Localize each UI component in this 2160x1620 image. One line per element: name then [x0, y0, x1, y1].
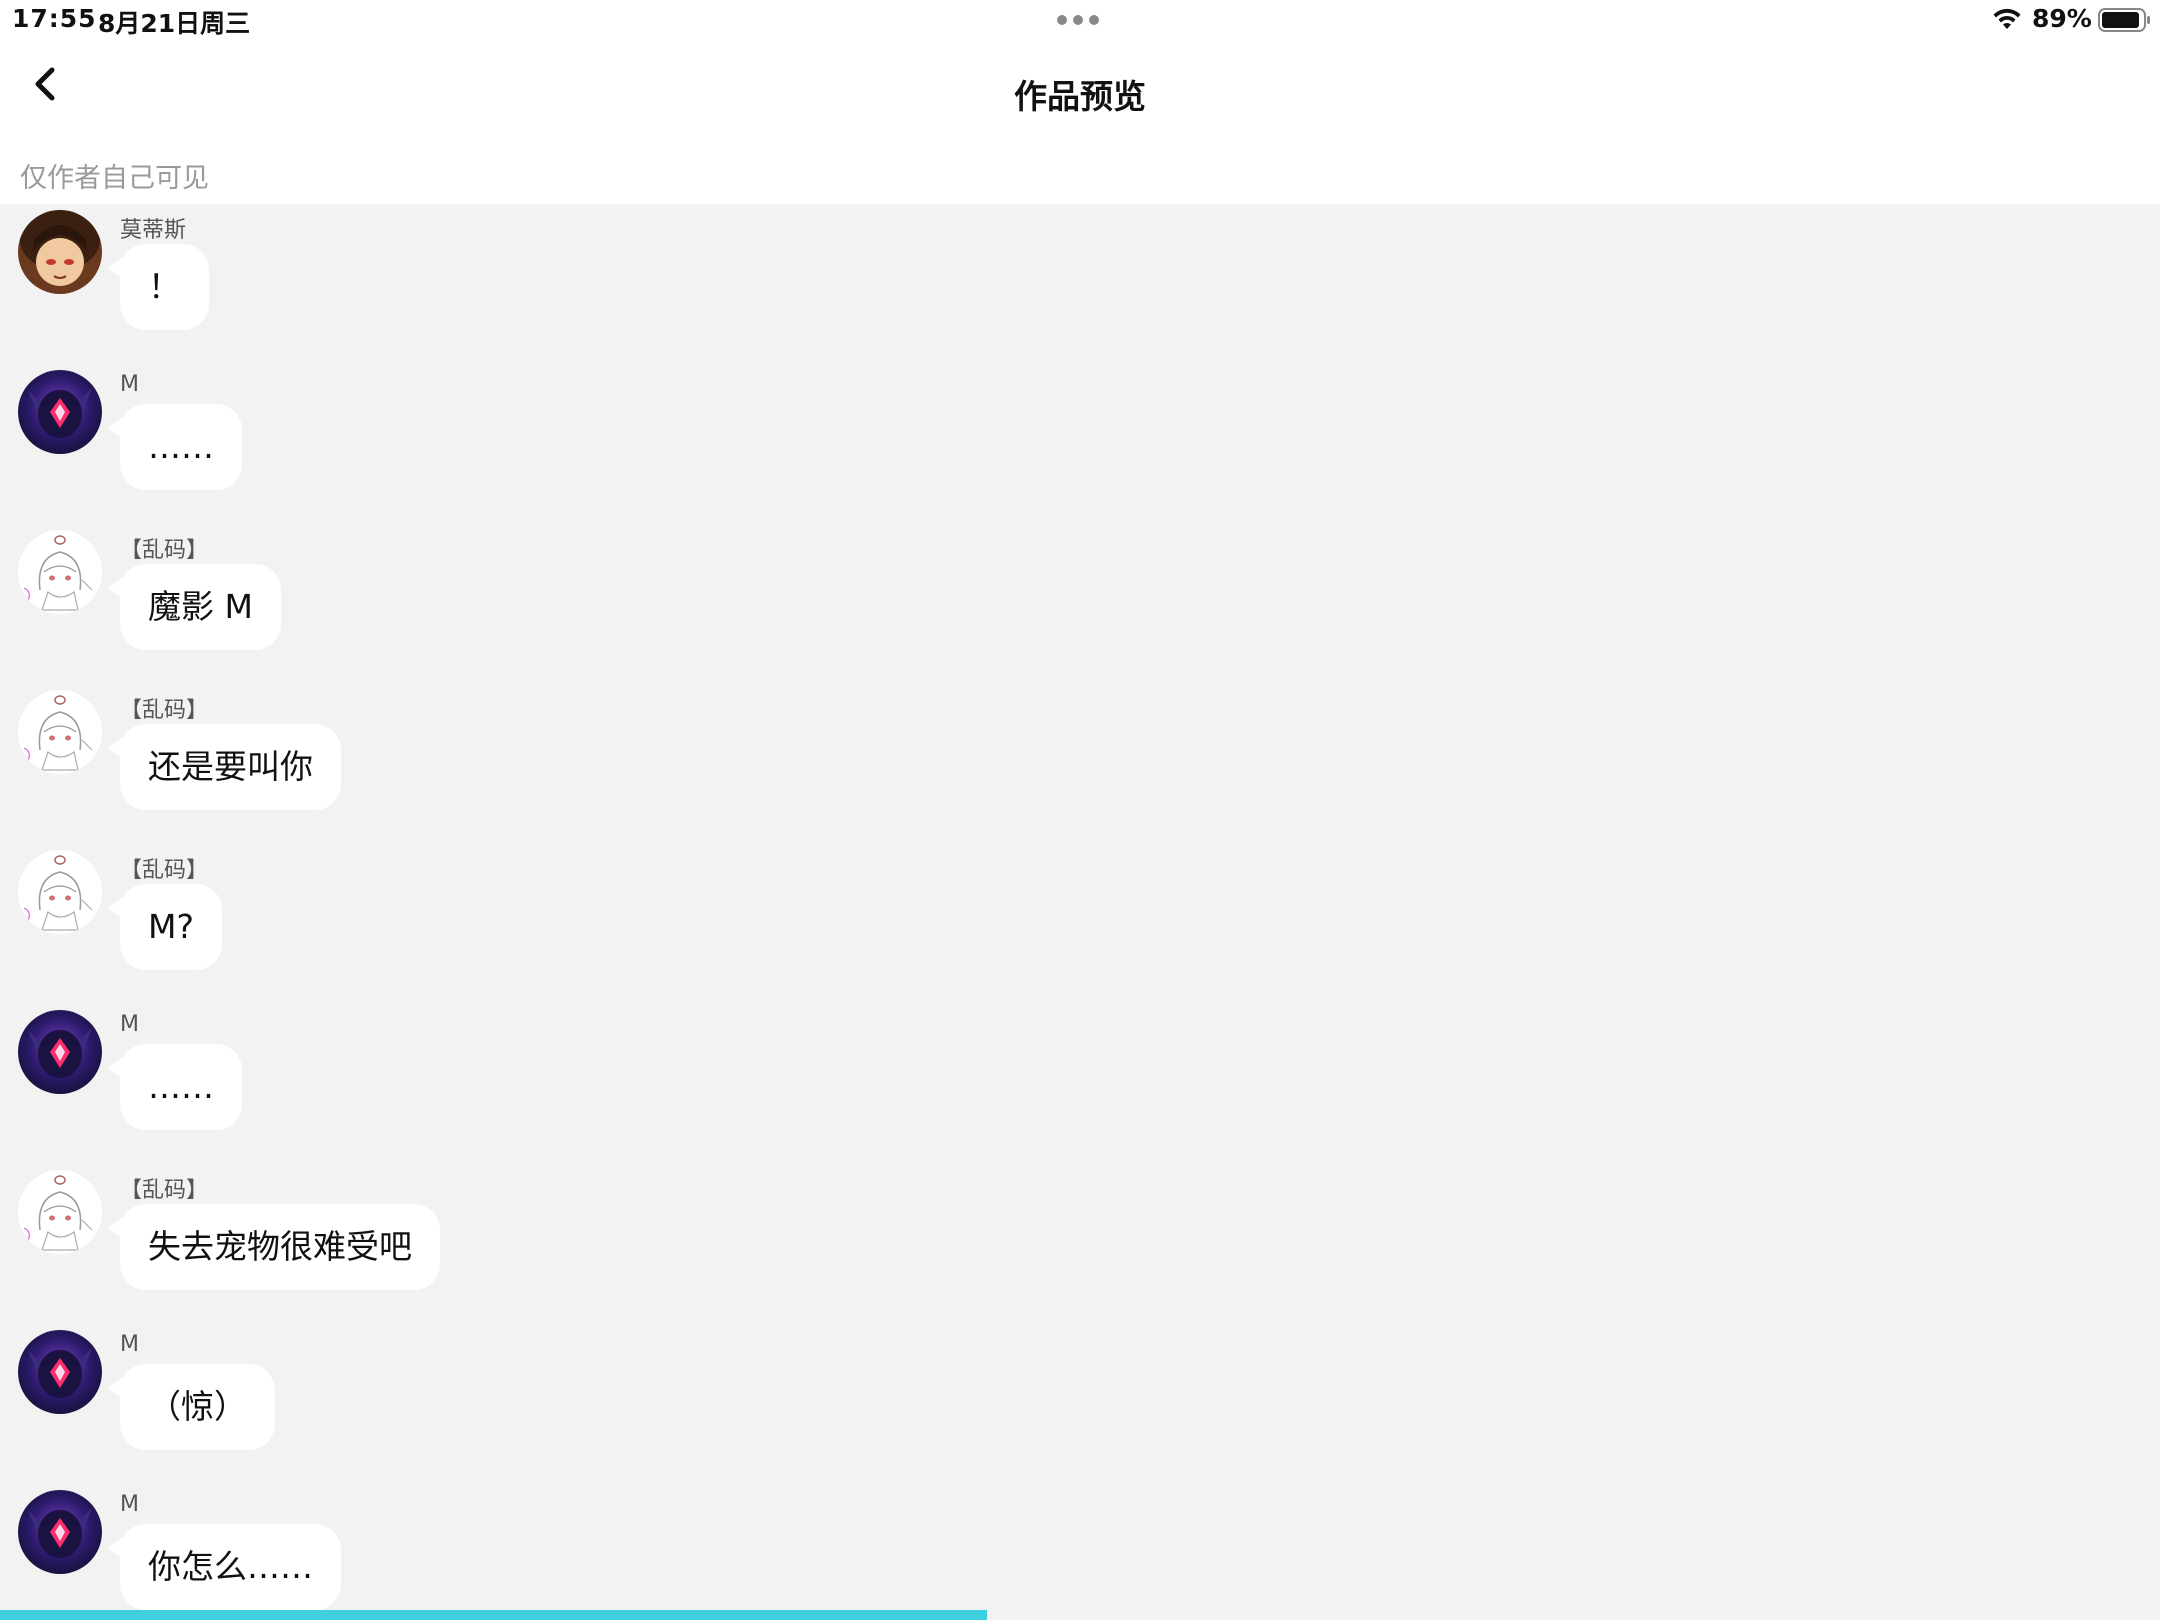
- chat-message: 莫蒂斯！: [0, 204, 2160, 354]
- status-bar: 17:55 8月21日周三 89%: [0, 0, 2160, 40]
- multitasking-dots-icon[interactable]: [1057, 15, 1099, 25]
- m-avatar-image: [18, 1330, 102, 1414]
- m-avatar-image: [18, 1490, 102, 1574]
- message-bubble[interactable]: ……: [120, 404, 242, 490]
- sender-name: M: [120, 372, 139, 397]
- avatar[interactable]: [18, 1010, 102, 1094]
- sender-name: 莫蒂斯: [120, 218, 187, 243]
- sender-name: M: [120, 1492, 139, 1517]
- garbled-avatar-image: [18, 1170, 102, 1254]
- m-avatar-image: [18, 1010, 102, 1094]
- avatar[interactable]: [18, 850, 102, 934]
- chat-message: 【乱码】 魔影 M: [0, 524, 2160, 674]
- chat-message: M （惊）: [0, 1324, 2160, 1474]
- status-time: 17:55: [12, 4, 97, 33]
- visibility-note: 仅作者自己可见: [20, 163, 209, 194]
- status-date: 8月21日周三: [98, 9, 251, 38]
- reading-progress-fill: [0, 1610, 988, 1620]
- sender-name: 【乱码】: [120, 698, 209, 723]
- chat-preview-page: 17:55 8月21日周三 89% 作品预览 仅作者自己可见 莫蒂斯 ！ M ……: [0, 0, 2160, 1620]
- message-bubble[interactable]: （惊）: [120, 1364, 275, 1450]
- sender-name: M: [120, 1012, 139, 1037]
- chat-message: M ……: [0, 1004, 2160, 1154]
- sender-name: 【乱码】: [120, 858, 209, 883]
- chat-message: 【乱码】 失去宠物很难受吧: [0, 1164, 2160, 1314]
- avatar[interactable]: [18, 210, 102, 294]
- m-avatar-image: [18, 370, 102, 454]
- message-bubble[interactable]: 魔影 M: [120, 564, 281, 650]
- message-bubble[interactable]: 你怎么……: [120, 1524, 341, 1610]
- visibility-banner: 仅作者自己可见: [0, 140, 2160, 204]
- garbled-avatar-image: [18, 690, 102, 774]
- chat-message: 【乱码】 M?: [0, 844, 2160, 994]
- avatar[interactable]: [18, 370, 102, 454]
- chat-message: 【乱码】 还是要叫你: [0, 684, 2160, 834]
- wifi-icon: [1993, 8, 2021, 29]
- reading-progress-bar: [0, 1610, 2160, 1620]
- mortis-avatar-image: [18, 210, 102, 294]
- message-bubble[interactable]: 还是要叫你: [120, 724, 341, 810]
- avatar[interactable]: [18, 690, 102, 774]
- avatar[interactable]: [18, 1170, 102, 1254]
- sender-name: M: [120, 1332, 139, 1357]
- message-bubble[interactable]: ……: [120, 1044, 242, 1130]
- message-bubble[interactable]: ！: [120, 244, 209, 330]
- message-bubble[interactable]: M?: [120, 884, 222, 970]
- battery-icon: [2098, 8, 2150, 32]
- battery-percentage: 89%: [2032, 4, 2092, 33]
- navigation-bar: 作品预览: [0, 40, 2160, 140]
- sender-name: 【乱码】: [120, 1178, 209, 1203]
- garbled-avatar-image: [18, 850, 102, 934]
- page-title: 作品预览: [1014, 77, 1146, 116]
- avatar[interactable]: [18, 1330, 102, 1414]
- avatar[interactable]: [18, 1490, 102, 1574]
- avatar[interactable]: [18, 530, 102, 614]
- chat-message-list[interactable]: 莫蒂斯！ M…… 【乱码】 魔影 M 【乱码】 还是要叫你 【乱码】 M? M …: [0, 204, 2160, 1610]
- message-bubble[interactable]: 失去宠物很难受吧: [120, 1204, 440, 1290]
- chat-message: M 你怎么……: [0, 1484, 2160, 1610]
- chat-message: M ……: [0, 364, 2160, 514]
- garbled-avatar-image: [18, 530, 102, 614]
- sender-name: 【乱码】: [120, 538, 209, 563]
